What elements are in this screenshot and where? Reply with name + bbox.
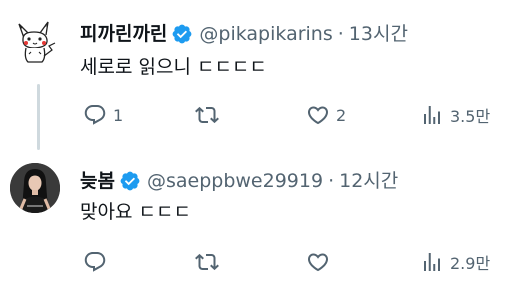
person-photo-avatar-icon: [10, 163, 60, 213]
retweet-icon: [195, 106, 219, 124]
reply-button[interactable]: [83, 250, 113, 274]
display-name[interactable]: 늦봄: [80, 169, 115, 193]
reply-icon: [84, 252, 106, 272]
tweet-text: 맞아요 ㄷㄷㄷ: [80, 201, 191, 223]
like-icon: [307, 106, 329, 125]
reply-count: 1: [113, 105, 124, 125]
tweet-header: 피까린까린 @pikapikarins · 13시간: [80, 22, 408, 46]
avatar[interactable]: [10, 163, 60, 213]
tweet-actions: 1 2 3.5만: [80, 103, 505, 127]
thread-connector-line: [37, 84, 40, 150]
separator-dot: ·: [337, 23, 344, 45]
retweet-button[interactable]: [195, 103, 225, 127]
handle[interactable]: @pikapikarins: [199, 22, 332, 46]
views-count: 2.9만: [450, 254, 491, 273]
like-count: 2: [336, 105, 347, 125]
tweet-actions: 2.9만: [80, 250, 505, 274]
avatar[interactable]: [10, 16, 60, 66]
handle[interactable]: @saeppbwe29919: [147, 169, 323, 193]
tweet-text: 세로로 읽으니 ㄷㄷㄷㄷ: [80, 56, 267, 78]
like-button[interactable]: 2: [306, 103, 346, 127]
like-icon: [307, 253, 329, 272]
tweet[interactable]: 피까린까린 @pikapikarins · 13시간 세로로 읽으니 ㄷㄷㄷㄷ …: [0, 0, 519, 150]
views-button[interactable]: 2.9만: [420, 250, 490, 274]
retweet-button[interactable]: [195, 250, 225, 274]
verified-badge-icon: [173, 24, 192, 44]
views-icon: [424, 106, 440, 124]
retweet-icon: [195, 253, 219, 271]
reply-icon: [84, 105, 106, 125]
views-count: 3.5만: [450, 107, 491, 126]
views-button[interactable]: 3.5만: [420, 103, 490, 127]
tweet-header: 늦봄 @saeppbwe29919 · 12시간: [80, 169, 398, 193]
verified-badge-icon: [120, 171, 140, 191]
display-name[interactable]: 피까린까린: [80, 22, 167, 46]
pikachu-sketch-avatar-icon: [10, 16, 60, 66]
like-button[interactable]: [306, 250, 336, 274]
reply-button[interactable]: 1: [83, 103, 123, 127]
tweet[interactable]: 늦봄 @saeppbwe29919 · 12시간 맞아요 ㄷㄷㄷ 2.9만: [0, 150, 519, 284]
timestamp[interactable]: 12시간: [339, 169, 398, 193]
timestamp[interactable]: 13시간: [349, 22, 408, 46]
views-icon: [424, 253, 440, 271]
separator-dot: ·: [328, 170, 335, 192]
